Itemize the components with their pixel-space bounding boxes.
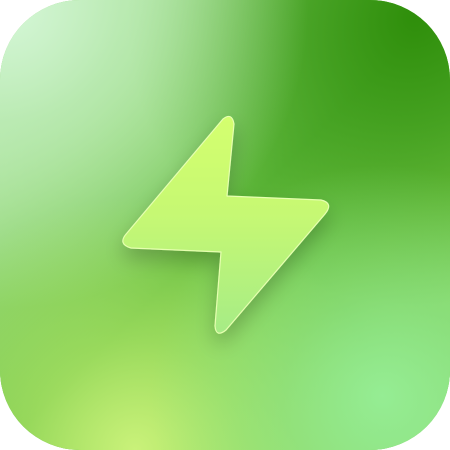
- lightning-bolt-shape: [122, 115, 330, 334]
- app-icon-tile[interactable]: [0, 0, 450, 450]
- icon-canvas: [0, 0, 450, 450]
- lightning-bolt-svg: [122, 115, 330, 334]
- lightning-bolt-icon: [0, 0, 450, 450]
